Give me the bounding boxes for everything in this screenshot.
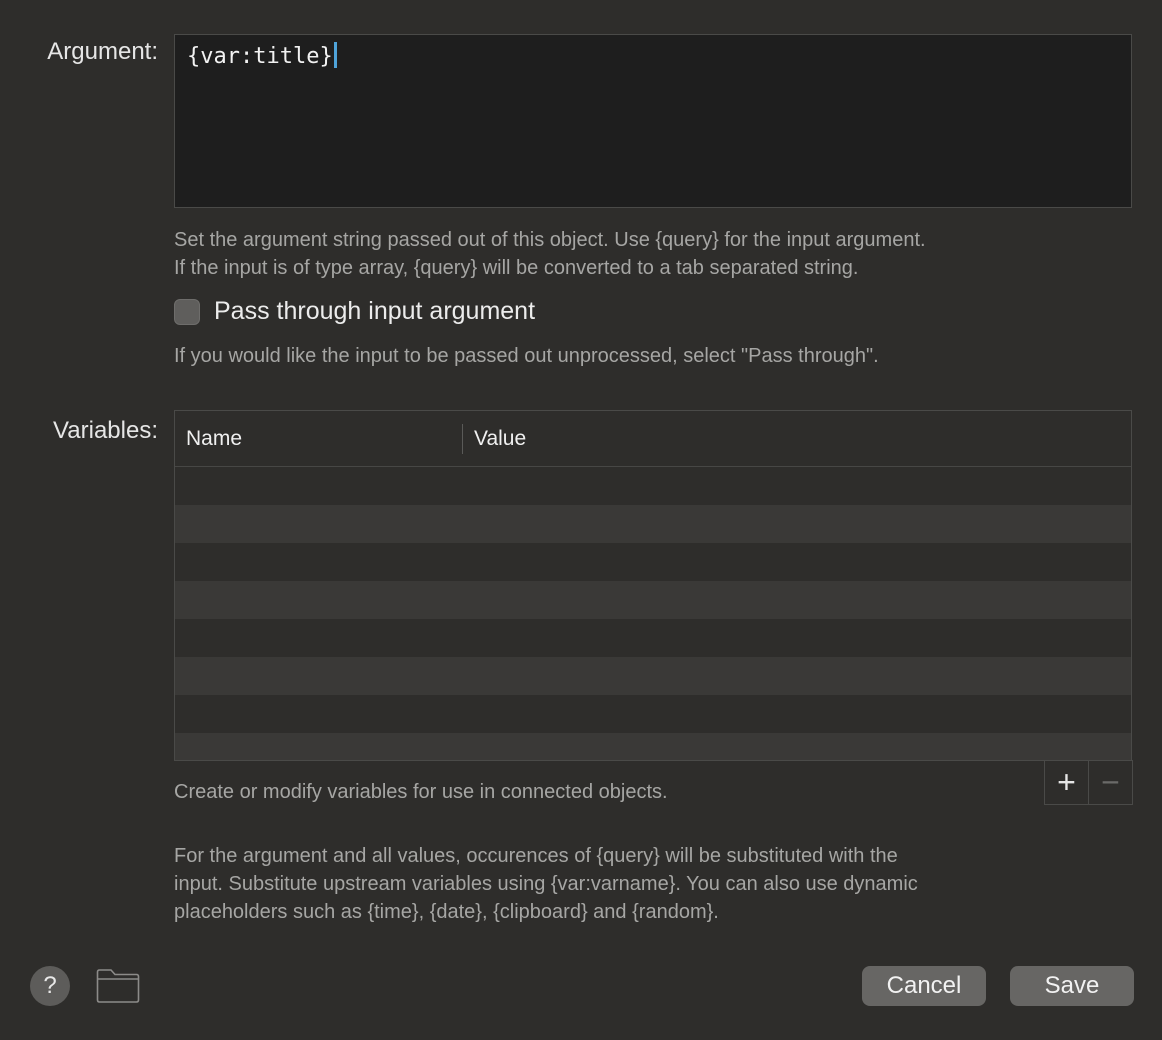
table-row[interactable]: [175, 505, 1131, 543]
variables-label: Variables:: [53, 417, 158, 444]
add-variable-button[interactable]: +: [1045, 761, 1089, 804]
argument-text: {var:title}: [187, 44, 333, 69]
substitution-note-line-3: placeholders such as {time}, {date}, {cl…: [174, 901, 719, 923]
pass-through-checkbox[interactable]: [174, 298, 200, 325]
table-row-controls: + −: [1044, 760, 1133, 805]
text-caret: [333, 42, 337, 68]
question-mark-icon: ?: [43, 972, 57, 999]
cancel-button[interactable]: Cancel: [862, 966, 986, 1006]
variables-help: Create or modify variables for use in co…: [174, 781, 668, 803]
substitution-note-line-2: input. Substitute upstream variables usi…: [174, 873, 918, 895]
folder-icon[interactable]: [96, 968, 140, 1004]
table-row[interactable]: [175, 657, 1131, 695]
pass-through-help: If you would like the input to be passed…: [174, 345, 879, 367]
argument-help-line-1: Set the argument string passed out of th…: [174, 229, 926, 251]
pass-through-label[interactable]: Pass through input argument: [214, 297, 535, 326]
variables-table[interactable]: Name Value: [174, 410, 1132, 761]
table-row[interactable]: [175, 543, 1131, 581]
pass-through-option[interactable]: Pass through input argument: [174, 297, 535, 326]
substitution-note-line-1: For the argument and all values, occuren…: [174, 845, 898, 867]
table-row[interactable]: [175, 619, 1131, 657]
save-button[interactable]: Save: [1010, 966, 1134, 1006]
column-header-name[interactable]: Name: [175, 423, 463, 454]
table-row[interactable]: [175, 467, 1131, 505]
argument-label: Argument:: [47, 38, 158, 65]
table-row[interactable]: [175, 733, 1131, 760]
table-row[interactable]: [175, 581, 1131, 619]
argument-variables-dialog: Argument: {var:title} Set the argument s…: [0, 0, 1162, 1040]
argument-help-line-2: If the input is of type array, {query} w…: [174, 257, 859, 279]
remove-variable-button[interactable]: −: [1089, 761, 1132, 804]
column-header-value[interactable]: Value: [463, 424, 526, 454]
table-header: Name Value: [175, 411, 1131, 467]
table-row[interactable]: [175, 695, 1131, 733]
help-button[interactable]: ?: [30, 966, 70, 1006]
argument-input[interactable]: {var:title}: [174, 34, 1132, 208]
